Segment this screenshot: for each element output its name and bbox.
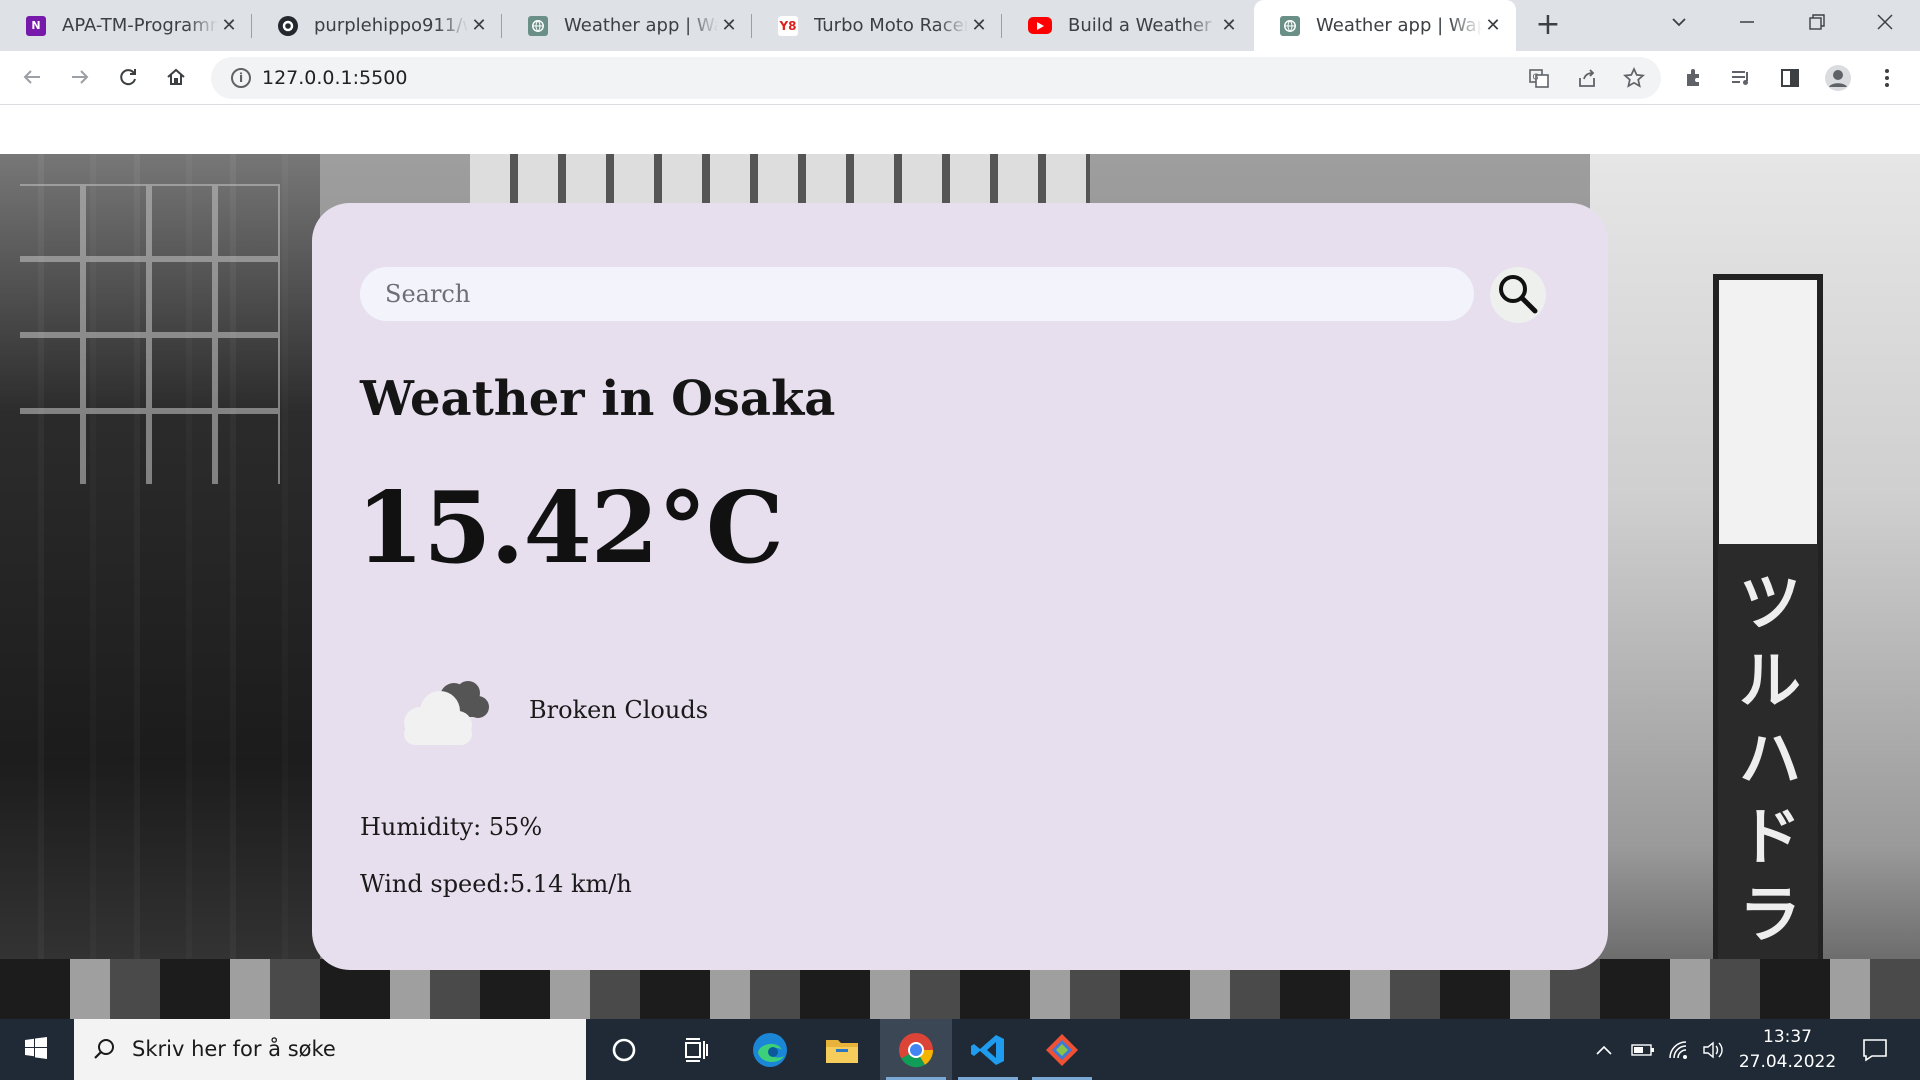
close-tab-icon[interactable]: ✕ (718, 15, 740, 36)
browser-toolbar: i 127.0.0.1:5500 G (0, 51, 1920, 105)
y8-icon: Y8 (778, 15, 798, 36)
volume-icon[interactable] (1699, 1019, 1729, 1080)
chevron-up-icon[interactable] (1590, 1019, 1618, 1080)
windows-taskbar: Skriv her for å søke 13:37 27.04.2022 (0, 1019, 1920, 1080)
new-tab-button[interactable]: + (1530, 8, 1566, 44)
tab-title: Turbo Moto Racer (814, 15, 968, 36)
close-tab-icon[interactable]: ✕ (1482, 15, 1504, 36)
battery-icon[interactable] (1628, 1019, 1658, 1080)
chrome-icon[interactable] (880, 1019, 952, 1080)
vscode-icon[interactable] (952, 1019, 1024, 1080)
edge-icon[interactable] (734, 1019, 806, 1080)
web-page: ツルハドラッグ Weather in Osaka 15.42°C (0, 106, 1920, 1019)
address-bar[interactable]: i 127.0.0.1:5500 (211, 57, 1661, 99)
share-icon[interactable] (1570, 61, 1604, 95)
close-tab-icon[interactable]: ✕ (468, 15, 490, 36)
tab-title: APA-TM-Programm (62, 15, 218, 36)
wifi-icon[interactable] (1664, 1019, 1694, 1080)
restore-icon[interactable] (1782, 0, 1852, 44)
reload-icon[interactable] (110, 59, 146, 95)
browser-tab[interactable]: Weather app | Wap ✕ (502, 0, 752, 51)
close-tab-icon[interactable]: ✕ (218, 15, 240, 36)
svg-text:G: G (1533, 73, 1539, 82)
extensions-icon[interactable] (1677, 61, 1711, 95)
tab-title: Weather app | Wap (1316, 15, 1482, 36)
menu-kebab-icon[interactable] (1870, 61, 1904, 95)
browser-tab[interactable]: purplehippo911/we ✕ (252, 0, 502, 51)
close-window-icon[interactable] (1850, 0, 1920, 44)
clock-time: 13:37 (1763, 1027, 1812, 1047)
file-explorer-icon[interactable] (806, 1019, 878, 1080)
github-icon (278, 15, 298, 36)
side-panel-icon[interactable] (1773, 61, 1807, 95)
media-control-icon[interactable] (1724, 61, 1758, 95)
bookmark-star-icon[interactable] (1617, 61, 1651, 95)
humidity: Humidity: 55% (360, 813, 543, 841)
wind-speed: Wind speed:5.14 km/h (360, 870, 632, 898)
browser-tab-active[interactable]: Weather app | Wap ✕ (1254, 0, 1516, 51)
taskbar-search-box[interactable]: Skriv her for å søke (74, 1019, 586, 1080)
task-view-icon[interactable] (660, 1019, 732, 1080)
taskbar-clock[interactable]: 13:37 27.04.2022 (1730, 1025, 1845, 1075)
clock-date: 27.04.2022 (1738, 1052, 1837, 1072)
city-heading: Weather in Osaka (360, 371, 836, 427)
minimize-icon[interactable] (1712, 0, 1782, 44)
search-button[interactable] (1490, 267, 1546, 323)
weather-card: Weather in Osaka 15.42°C Broken Clouds (312, 203, 1608, 970)
close-tab-icon[interactable]: ✕ (1218, 15, 1240, 36)
search-icon (1496, 272, 1540, 319)
browser-tab-strip: N APA-TM-Programm ✕ purplehippo911/we ✕ … (0, 0, 1920, 51)
globe-icon (528, 15, 548, 36)
forward-arrow-icon[interactable] (62, 59, 98, 95)
git-icon[interactable] (1026, 1019, 1098, 1080)
taskbar-search-placeholder: Skriv her for å søke (132, 1037, 336, 1061)
start-button[interactable] (0, 1019, 72, 1080)
site-info-icon[interactable]: i (231, 68, 251, 88)
background-sign-text: ツルハドラッグ (1738, 566, 1801, 1019)
close-tab-icon[interactable]: ✕ (968, 15, 990, 36)
tab-title: Weather app | Wap (564, 15, 718, 36)
globe-icon (1280, 15, 1300, 36)
tab-title: purplehippo911/we (314, 15, 468, 36)
tab-search-icon[interactable] (1644, 0, 1714, 44)
translate-icon[interactable]: G (1522, 61, 1556, 95)
search-icon (92, 1037, 116, 1065)
browser-tab[interactable]: Build a Weather Ap ✕ (1002, 0, 1252, 51)
cortana-icon[interactable] (588, 1019, 660, 1080)
broken-clouds-icon (382, 671, 494, 747)
notification-icon[interactable] (1850, 1019, 1900, 1080)
search-input[interactable] (360, 267, 1474, 321)
browser-tab[interactable]: N APA-TM-Programm ✕ (0, 0, 252, 51)
weather-condition: Broken Clouds (529, 696, 709, 724)
home-icon[interactable] (158, 59, 194, 95)
youtube-icon (1028, 17, 1052, 34)
temperature: 15.42°C (356, 471, 784, 586)
tab-title: Build a Weather Ap (1068, 15, 1218, 36)
back-arrow-icon[interactable] (14, 59, 50, 95)
address-url: 127.0.0.1:5500 (262, 67, 408, 89)
profile-avatar-icon[interactable] (1821, 61, 1855, 95)
browser-tab[interactable]: Y8 Turbo Moto Racer ✕ (752, 0, 1002, 51)
onenote-icon: N (26, 15, 46, 36)
windows-logo-icon (24, 1036, 48, 1064)
